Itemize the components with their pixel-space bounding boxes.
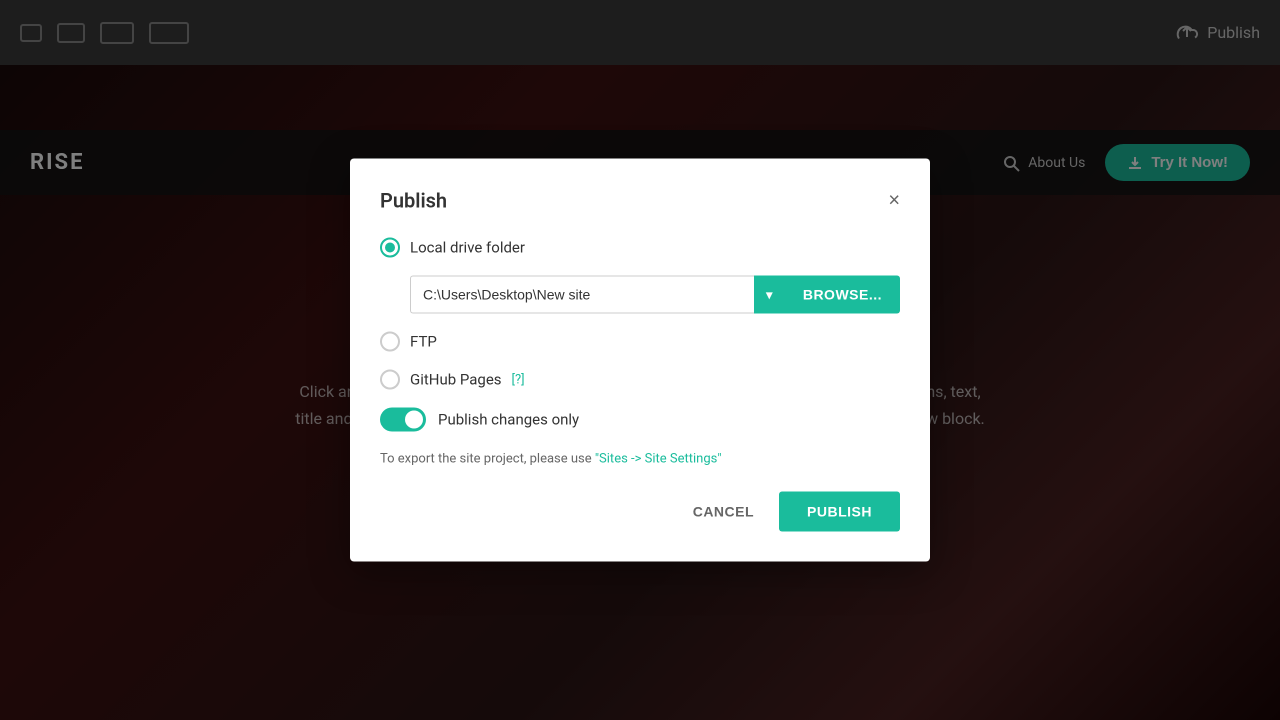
local-drive-option[interactable]: Local drive folder [380,238,900,258]
export-settings-link[interactable]: "Sites -> Site Settings" [595,452,722,467]
export-text: To export the site project, please use "… [380,452,900,467]
export-text-prefix: To export the site project, please use [380,452,595,467]
github-pages-option[interactable]: GitHub Pages [?] [380,370,900,390]
path-input-area: ▾ BROWSE... [410,276,900,314]
ftp-option[interactable]: FTP [380,332,900,352]
publish-changes-toggle[interactable] [380,408,426,432]
path-input-field[interactable] [410,276,754,314]
local-drive-label: Local drive folder [410,239,525,257]
local-drive-radio[interactable] [380,238,400,258]
cancel-button[interactable]: CANCEL [683,494,764,530]
toggle-row: Publish changes only [380,408,900,432]
path-dropdown-button[interactable]: ▾ [754,276,785,314]
modal-footer: CANCEL PUBLISH [380,492,900,532]
ftp-radio[interactable] [380,332,400,352]
modal-header: Publish × [380,189,900,213]
github-radio[interactable] [380,370,400,390]
modal-close-button[interactable]: × [888,191,900,211]
publish-button[interactable]: PUBLISH [779,492,900,532]
toggle-label: Publish changes only [438,411,579,429]
publish-modal: Publish × Local drive folder ▾ BROWSE...… [350,159,930,562]
browse-button[interactable]: BROWSE... [785,276,900,314]
github-label: GitHub Pages [410,371,502,389]
ftp-label: FTP [410,333,437,351]
github-help-link[interactable]: [?] [512,372,525,387]
modal-title: Publish [380,189,447,213]
